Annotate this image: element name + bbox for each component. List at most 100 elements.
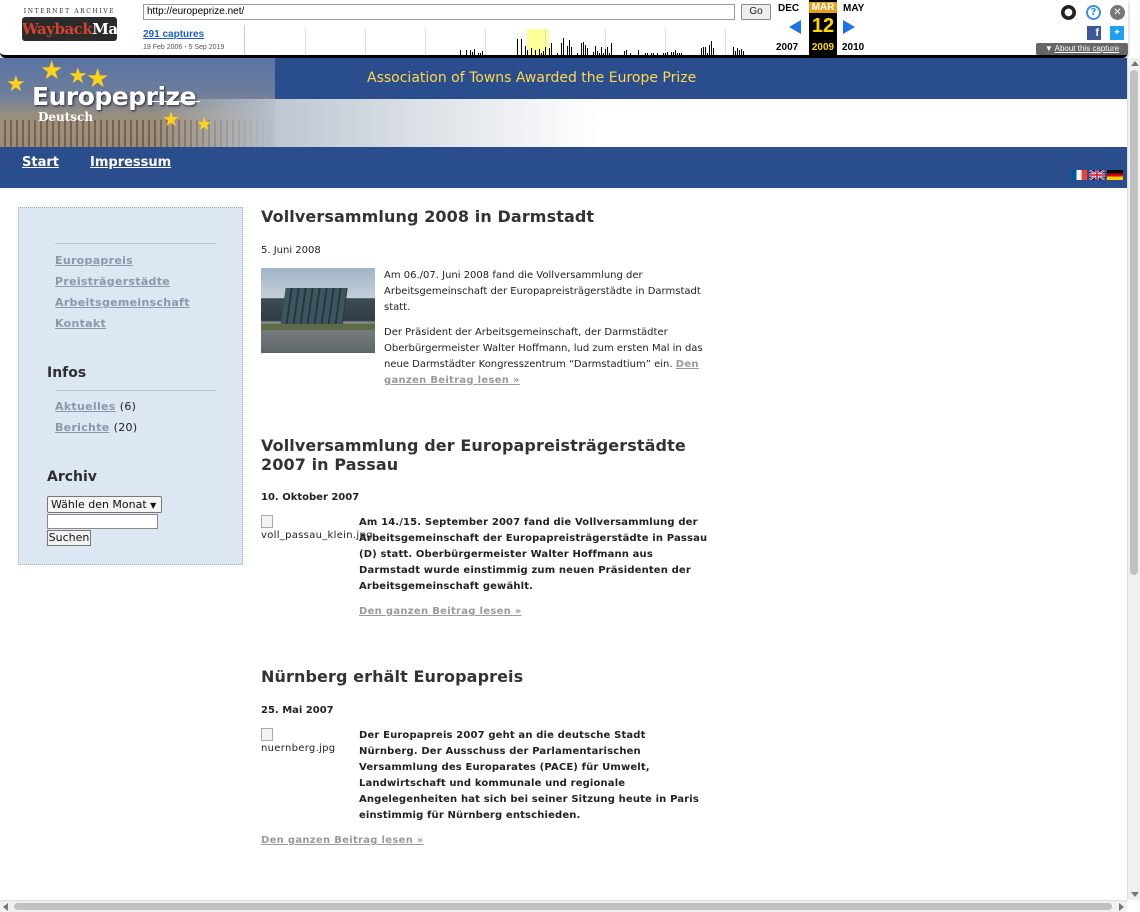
sparkline-bar — [638, 50, 639, 55]
wayback-go-button[interactable]: Go — [741, 4, 771, 20]
sparkline-bar — [525, 46, 526, 55]
sparkline-bar — [545, 47, 546, 55]
flag-fr-icon[interactable] — [1071, 170, 1087, 180]
post-date: 10. Oktober 2007 — [261, 492, 360, 503]
wayback-logo-main: WaybackMachine — [22, 17, 162, 41]
sparkline-bar — [645, 53, 646, 55]
facebook-icon[interactable]: f — [1087, 26, 1101, 40]
search-button[interactable]: Suchen — [47, 530, 91, 546]
post-paragraph: Am 14./15. September 2007 fand die Vollv… — [359, 517, 708, 592]
archive-month-select[interactable]: Wähle den Monat ▼ — [47, 496, 162, 513]
post-image-darmstadtium[interactable] — [261, 268, 375, 353]
sparkline-bar — [707, 53, 708, 55]
sparkline-bar — [601, 47, 602, 55]
scroll-down-icon[interactable] — [1131, 892, 1139, 897]
scroll-up-icon[interactable] — [1131, 61, 1139, 66]
wayback-current-month: MAR — [809, 2, 837, 13]
sparkline-bar — [541, 53, 542, 55]
sparkline-bar — [701, 48, 702, 55]
about-capture-button[interactable]: ▼ About this capture — [1036, 43, 1128, 55]
sparkline-bar — [599, 53, 600, 55]
wayback-next-arrow-icon[interactable] — [843, 20, 855, 34]
sidebar-link-preistraegerstaedte[interactable]: Preisträgerstädte — [55, 275, 170, 288]
post-title[interactable]: Vollversammlung 2008 in Darmstadt — [261, 207, 594, 226]
horizontal-scroll-thumb[interactable] — [14, 903, 1112, 910]
post-title[interactable]: Vollversammlung der Europapreisträgerstä… — [261, 436, 711, 474]
sparkline-bar — [480, 53, 481, 55]
twitter-icon[interactable]: ✦ — [1110, 26, 1124, 40]
vertical-scroll-thumb[interactable] — [1130, 70, 1138, 575]
post-date: 5. Juni 2008 — [261, 245, 321, 256]
wayback-url-input[interactable]: http://europeprize.net/ — [143, 4, 735, 20]
post-image-broken[interactable]: nuernberg.jpg — [261, 728, 335, 754]
post-title[interactable]: Nürnberg erhält Europapreis — [261, 667, 523, 686]
search-input[interactable] — [47, 514, 158, 529]
horizontal-scrollbar[interactable] — [0, 900, 1127, 912]
sparkline-bar — [583, 42, 584, 55]
nav-impressum-link[interactable]: Impressum — [90, 155, 171, 170]
wayback-capture-range: 19 Feb 2006 - 5 Sep 2019 — [143, 44, 225, 51]
broken-image-icon — [261, 728, 273, 741]
sparkline-bar — [665, 53, 666, 55]
wayback-prev-month[interactable]: DEC — [778, 3, 799, 14]
sparkline-bar — [677, 53, 678, 55]
sidebar-link-europapreis[interactable]: Europapreis — [55, 254, 133, 267]
read-more-link[interactable]: Den ganzen Beitrag lesen » — [359, 606, 522, 617]
sparkline-bar — [482, 51, 483, 55]
flag-de-icon[interactable] — [1107, 170, 1123, 180]
chevron-down-icon: ▼ — [150, 501, 157, 510]
wayback-current-year: 2009 — [811, 42, 835, 53]
user-icon[interactable]: ● — [1061, 5, 1076, 20]
sparkline-bar — [466, 50, 467, 55]
sidebar-link-berichte[interactable]: Berichte — [55, 421, 110, 434]
sparkline-bar — [517, 39, 518, 55]
wayback-next-month[interactable]: MAY — [843, 3, 864, 14]
close-icon[interactable]: ✕ — [1110, 5, 1125, 20]
read-more-link[interactable]: Den ganzen Beitrag lesen » — [261, 835, 424, 846]
star-icon: ★ — [6, 72, 26, 97]
help-icon[interactable]: ? — [1086, 5, 1101, 20]
sparkline-bar — [571, 47, 572, 55]
post-date: 25. Mai 2007 — [261, 705, 334, 716]
sparkline-bar — [743, 51, 744, 55]
post-image-broken[interactable]: voll_passau_klein.jpg — [261, 515, 373, 541]
sidebar-link-aktuelles[interactable]: Aktuelles — [55, 400, 116, 413]
sparkline-bar — [673, 52, 674, 55]
sparkline-bar — [675, 50, 676, 55]
sparkline-bar — [561, 43, 562, 55]
language-flags — [1071, 170, 1125, 180]
sparkline-bar — [733, 47, 734, 55]
sparkline-bar — [607, 47, 608, 55]
sparkline-bar — [681, 53, 682, 55]
sparkline-bar — [535, 50, 536, 55]
sidebar-infos-aktuelles: Aktuelles (6) — [55, 400, 136, 413]
sparkline-year-divider — [725, 29, 726, 55]
sparkline-bar — [577, 53, 578, 55]
scroll-left-icon[interactable] — [3, 903, 8, 911]
sparkline-bar — [624, 51, 625, 55]
scroll-right-icon[interactable] — [1119, 903, 1124, 911]
wayback-logo[interactable]: INTERNET ARCHIVE WaybackMachine — [22, 8, 162, 41]
site-title[interactable]: Europeprize — [32, 82, 197, 111]
sparkline-bar — [567, 46, 568, 55]
sidebar-link-kontakt[interactable]: Kontakt — [55, 317, 106, 330]
flag-en-icon[interactable] — [1089, 170, 1105, 180]
sidebar-link-arbeitsgemeinschaft[interactable]: Arbeitsgemeinschaft — [55, 296, 190, 309]
sparkline-bar — [603, 53, 604, 55]
wayback-next-year[interactable]: 2010 — [842, 42, 864, 53]
wayback-sparkline[interactable] — [244, 25, 774, 55]
sparkline-bar — [593, 52, 594, 55]
sparkline-bar — [595, 46, 596, 55]
wayback-toolbar: INTERNET ARCHIVE WaybackMachine http://e… — [0, 0, 1128, 58]
sparkline-bar — [521, 39, 522, 55]
nav-start-link[interactable]: Start — [22, 155, 59, 170]
wayback-captures-link[interactable]: 291 captures — [143, 29, 204, 40]
sparkline-year-divider — [485, 29, 486, 55]
wayback-prev-arrow-icon[interactable] — [789, 20, 801, 34]
vertical-scrollbar[interactable] — [1127, 58, 1140, 900]
sparkline-bar — [585, 45, 586, 55]
broken-image-icon — [261, 515, 273, 528]
chevron-down-icon: ▼ — [1044, 44, 1055, 53]
wayback-prev-year[interactable]: 2007 — [776, 42, 798, 53]
sidebar-divider — [55, 243, 216, 244]
